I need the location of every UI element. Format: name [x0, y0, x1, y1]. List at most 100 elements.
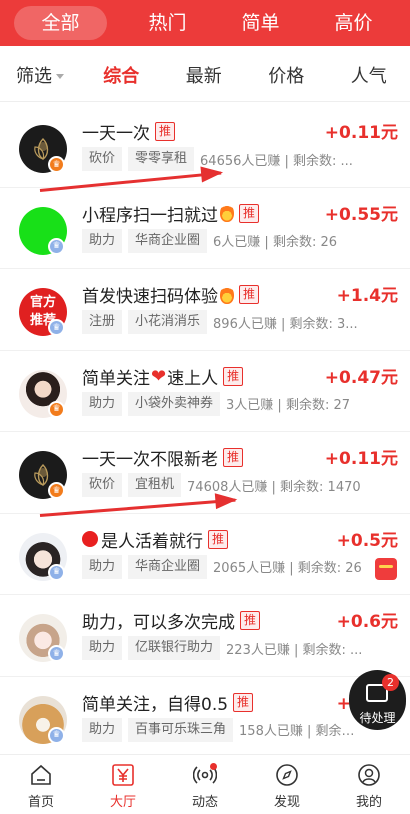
task-price: +0.11元 [324, 123, 398, 143]
platform-chip: 小花消消乐 [128, 310, 208, 334]
task-type-chip: 助力 [82, 717, 123, 742]
task-type-chip: 砍价 [82, 473, 123, 497]
nav-activity[interactable]: 动态 [164, 755, 246, 814]
sort-popularity[interactable]: 人气 [351, 62, 387, 88]
task-meta: 注册 小花消消乐 896人已赚 | 剩余数: 3... [82, 310, 358, 334]
sort-comprehensive[interactable]: 综合 [103, 62, 139, 88]
platform-chip: 百事可乐珠三角 [128, 717, 234, 742]
task-row[interactable]: ♛ 简单关注 ❤ 速上人推 +0.47元 助力 小袋外卖神券 3人已赚 | 剩余数:… [0, 351, 410, 432]
nav-hall[interactable]: 大厅 [82, 755, 164, 814]
task-price: +0.5元 [336, 530, 398, 551]
tab-high-price[interactable]: 高价 [307, 6, 400, 40]
task-title-text: 简单关注 [82, 368, 150, 389]
task-row[interactable]: 官方推荐 ♛ 首发快速扫码体验推 +1.4元 注册 小花消消乐 896人已赚 |… [0, 269, 410, 351]
recommend-tag: 推 [155, 122, 176, 141]
task-row[interactable]: ♛ 小程序扫一扫就过 推 +0.55元 助力 华商企业圈 6人已赚 | 剩余数: … [0, 188, 410, 269]
pending-count-badge: 2 [382, 674, 399, 691]
filter-button[interactable]: 筛选 [0, 62, 80, 88]
nav-activity-label: 动态 [191, 795, 218, 810]
nav-discover-label: 发现 [273, 795, 300, 810]
notification-dot [210, 763, 217, 770]
nav-discover[interactable]: 发现 [246, 755, 328, 814]
task-title: 一天一次推 [82, 119, 176, 144]
task-price: +0.47元 [324, 367, 398, 388]
platform-chip: 小袋外卖神券 [128, 391, 221, 416]
recommend-tag: 推 [239, 285, 260, 304]
recommend-tag: 推 [223, 448, 244, 467]
task-title-text: 一天一次 [82, 124, 150, 144]
task-stats: 64656人已赚 | 剩余数: ... [200, 153, 353, 169]
sort-price[interactable]: 价格 [268, 62, 304, 88]
tab-hot[interactable]: 热门 [121, 6, 214, 40]
crown-badge-icon: ♛ [48, 400, 65, 418]
task-type-chip: 助力 [82, 554, 123, 579]
task-row[interactable]: ♛ 助力，可以多次完成推 +0.6元 助力 亿联银行助力 223人已赚 | 剩余… [0, 595, 410, 677]
home-icon [31, 764, 51, 785]
heart-icon: ❤ [151, 365, 167, 387]
task-row[interactable]: ♛ 是人活着就行推 +0.5元 助力 华商企业圈 2065人已赚 | 剩余数: … [0, 514, 410, 595]
task-title-text: 简单关注，自得0.5 [82, 694, 229, 715]
task-title-text: 首发快速扫码体验 [82, 287, 218, 307]
recommend-tag: 推 [208, 529, 229, 549]
task-meta: 助力 小袋外卖神券 3人已赚 | 剩余数: 27 [82, 391, 351, 416]
task-stats: 158人已赚 | 剩余数... [239, 724, 360, 739]
task-title-text: 是人活着就行 [101, 531, 203, 552]
task-title: 首发快速扫码体验 推 [82, 282, 260, 307]
crown-badge-icon: ♛ [48, 726, 65, 744]
recommend-tag: 推 [233, 692, 254, 712]
task-type-chip: 助力 [82, 391, 123, 416]
crown-badge-icon: ♛ [48, 237, 65, 255]
fire-icon [220, 285, 234, 304]
crown-badge-icon: ♛ [48, 645, 65, 662]
platform-chip: 华商企业圈 [128, 228, 208, 253]
recommend-tag: 推 [223, 366, 244, 386]
task-stats: 2065人已赚 | 剩余数: 26 [213, 561, 362, 576]
nav-profile[interactable]: 我的 [328, 755, 410, 814]
sort-latest[interactable]: 最新 [186, 62, 222, 88]
tab-all[interactable]: 全部 [14, 6, 107, 40]
task-stats: 6人已赚 | 剩余数: 26 [213, 235, 338, 250]
task-price: +0.11元 [324, 449, 398, 469]
task-title-text: 助力，可以多次完成 [82, 613, 235, 633]
task-type-chip: 注册 [82, 310, 123, 334]
nav-home-label: 首页 [27, 795, 54, 810]
task-title-text: 一天一次不限新老 [82, 450, 218, 470]
task-meta: 助力 华商企业圈 2065人已赚 | 剩余数: 26 [82, 554, 362, 579]
task-stats: 3人已赚 | 剩余数: 27 [226, 398, 351, 413]
task-stats: 896人已赚 | 剩余数: 3... [213, 316, 358, 332]
task-title: 简单关注，自得0.5 推 [82, 690, 254, 715]
crown-badge-icon: ♛ [48, 156, 65, 173]
top-tab-bar: 全部 热门 简单 高价 [0, 0, 410, 46]
fire-icon [220, 204, 234, 222]
compass-icon [276, 764, 298, 786]
task-title: 一天一次不限新老推 [82, 445, 244, 470]
task-type-chip: 助力 [82, 228, 123, 253]
task-list: ♛ 一天一次推 +0.11元 砍价 零零享租 64656人已赚 | 剩余数: .… [0, 106, 410, 758]
caret-down-icon [56, 74, 64, 79]
platform-chip: 亿联银行助力 [128, 636, 221, 660]
task-meta: 助力 华商企业圈 6人已赚 | 剩余数: 26 [82, 228, 338, 253]
task-meta: 助力 百事可乐珠三角 158人已赚 | 剩余数... [82, 717, 360, 742]
pending-tasks-button[interactable]: 2 待处理 [349, 670, 406, 730]
pending-label: 待处理 [359, 711, 396, 725]
task-title-text-end: 速上人 [167, 368, 219, 389]
filter-label: 筛选 [16, 65, 52, 87]
task-title: 小程序扫一扫就过 推 [82, 201, 260, 226]
task-title-text: 小程序扫一扫就过 [82, 205, 218, 226]
task-price: +0.6元 [336, 612, 398, 632]
tab-simple[interactable]: 简单 [214, 6, 307, 40]
nav-home[interactable]: 首页 [0, 755, 82, 814]
nav-profile-label: 我的 [355, 795, 382, 810]
task-title: 助力，可以多次完成推 [82, 608, 261, 633]
platform-chip: 宜租机 [128, 473, 182, 497]
recommend-tag: 推 [240, 611, 261, 630]
task-stats: 223人已赚 | 剩余数: ... [226, 642, 363, 658]
bottom-nav: 首页 大厅 动态 发现 我的 [0, 754, 410, 814]
platform-chip: 零零享租 [128, 147, 195, 171]
red-envelope-icon[interactable] [375, 557, 397, 580]
platform-chip: 华商企业圈 [128, 554, 208, 579]
task-type-chip: 助力 [82, 636, 123, 660]
task-meta: 助力 亿联银行助力 223人已赚 | 剩余数: ... [82, 636, 362, 660]
task-price: +0.55元 [324, 204, 398, 225]
task-type-chip: 砍价 [82, 147, 123, 171]
